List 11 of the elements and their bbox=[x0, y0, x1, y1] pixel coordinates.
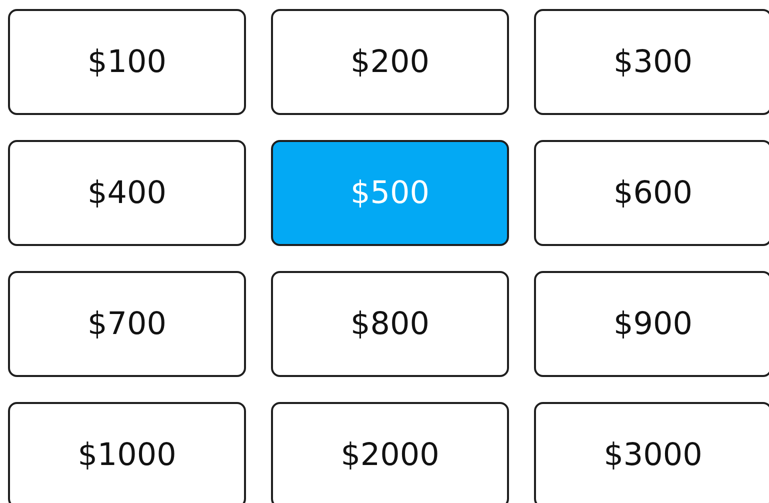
amount-button[interactable]: $700 bbox=[8, 271, 246, 377]
amount-button[interactable]: $1000 bbox=[8, 402, 246, 503]
amount-button[interactable]: $600 bbox=[534, 140, 769, 246]
amount-button[interactable]: $3000 bbox=[534, 402, 769, 503]
amount-button[interactable]: $200 bbox=[271, 9, 509, 115]
amount-button[interactable]: $400 bbox=[8, 140, 246, 246]
amount-button[interactable]: $2000 bbox=[271, 402, 509, 503]
amount-button[interactable]: $900 bbox=[534, 271, 769, 377]
amount-button[interactable]: $300 bbox=[534, 9, 769, 115]
amount-button[interactable]: $100 bbox=[8, 9, 246, 115]
amount-button[interactable]: $800 bbox=[271, 271, 509, 377]
